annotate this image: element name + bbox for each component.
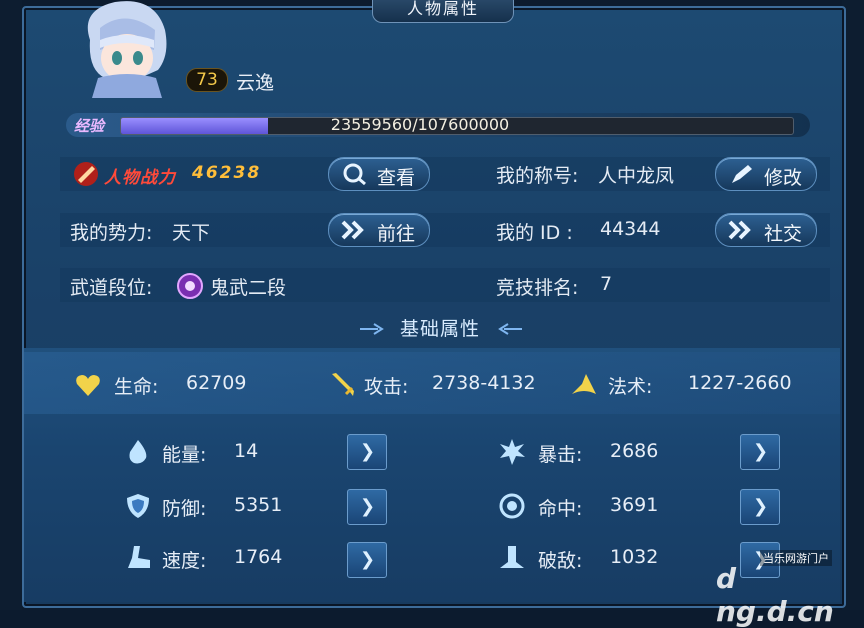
target-icon bbox=[499, 493, 525, 519]
combat-power-label: 人物战力 bbox=[104, 168, 176, 188]
energy-value: 14 bbox=[234, 440, 259, 462]
view-button[interactable]: 查看 bbox=[328, 157, 430, 191]
modify-button-label: 修改 bbox=[764, 167, 803, 189]
left-backdrop bbox=[0, 0, 22, 610]
magnifier-icon bbox=[343, 163, 366, 185]
character-avatar bbox=[87, 1, 167, 98]
ornament-right-icon bbox=[498, 323, 522, 335]
double-chevron-icon bbox=[728, 220, 751, 240]
crit-detail-button[interactable]: ❯ bbox=[740, 434, 780, 470]
combat-power-icon bbox=[74, 162, 98, 186]
combat-power: 人物战力 46238 bbox=[72, 160, 272, 188]
hit-detail-button[interactable]: ❯ bbox=[740, 489, 780, 525]
chevron-right-icon: ❯ bbox=[360, 549, 376, 570]
rank-label: 武道段位: bbox=[70, 277, 153, 299]
faction-label: 我的势力: bbox=[70, 222, 153, 244]
speed-detail-button[interactable]: ❯ bbox=[347, 542, 387, 578]
id-value: 44344 bbox=[600, 218, 661, 240]
level-badge: 73 bbox=[186, 68, 228, 92]
rank-value: 鬼武二段 bbox=[210, 277, 287, 299]
sword-icon bbox=[332, 373, 354, 396]
pen-icon bbox=[732, 165, 752, 183]
hit-label: 命中: bbox=[538, 498, 583, 520]
section-title: 基础属性 bbox=[399, 318, 480, 340]
faction-value: 天下 bbox=[172, 222, 211, 244]
heart-icon bbox=[76, 375, 100, 396]
energy-drop-icon bbox=[129, 440, 147, 464]
chevron-right-icon: ❯ bbox=[360, 441, 376, 462]
defense-detail-button[interactable]: ❯ bbox=[347, 489, 387, 525]
attack-label: 攻击: bbox=[364, 376, 409, 398]
chevron-right-icon: ❯ bbox=[360, 496, 376, 517]
hit-value: 3691 bbox=[610, 494, 659, 516]
exp-label: 经验 bbox=[74, 117, 105, 135]
arena-value: 7 bbox=[600, 273, 613, 295]
attack-value: 2738-4132 bbox=[432, 372, 536, 394]
ornament-left-icon bbox=[360, 323, 384, 335]
speed-label: 速度: bbox=[162, 550, 207, 572]
exp-value: 23559560/107600000 bbox=[330, 115, 510, 134]
crit-value: 2686 bbox=[610, 440, 659, 462]
magic-label: 法术: bbox=[608, 376, 653, 398]
id-label: 我的 ID : bbox=[496, 222, 573, 244]
window-title: 人物属性 bbox=[372, 0, 514, 23]
social-button-label: 社交 bbox=[764, 223, 803, 245]
break-value: 1032 bbox=[610, 546, 659, 568]
hp-value: 62709 bbox=[186, 372, 247, 394]
crit-burst-icon bbox=[500, 439, 525, 465]
energy-detail-button[interactable]: ❯ bbox=[347, 434, 387, 470]
magic-value: 1227-2660 bbox=[688, 372, 792, 394]
arena-label: 竞技排名: bbox=[496, 277, 579, 299]
site-watermark: 当乐网游门户 d ng.d.cn bbox=[712, 548, 842, 628]
energy-label: 能量: bbox=[162, 444, 207, 466]
defense-value: 5351 bbox=[234, 494, 283, 516]
chevron-right-icon: ❯ bbox=[753, 496, 769, 517]
title-value: 人中龙凤 bbox=[598, 165, 675, 187]
social-button[interactable]: 社交 bbox=[715, 213, 817, 247]
goto-button[interactable]: 前往 bbox=[328, 213, 430, 247]
crit-label: 暴击: bbox=[538, 444, 583, 466]
defense-label: 防御: bbox=[162, 498, 207, 520]
break-label: 破敌: bbox=[538, 550, 583, 572]
section-heading: 基础属性 bbox=[320, 314, 560, 344]
ghost-rank-icon bbox=[177, 273, 203, 299]
character-name: 云逸 bbox=[236, 72, 275, 94]
chevron-right-icon: ❯ bbox=[753, 441, 769, 462]
hp-label: 生命: bbox=[114, 376, 159, 398]
speed-boot-icon bbox=[128, 546, 150, 568]
watermark-logo: d ng.d.cn bbox=[716, 562, 834, 628]
combat-power-value: 46238 bbox=[192, 163, 262, 183]
wizard-hat-icon bbox=[572, 374, 596, 394]
view-button-label: 查看 bbox=[377, 167, 416, 189]
title-label: 我的称号: bbox=[496, 165, 579, 187]
modify-button[interactable]: 修改 bbox=[715, 157, 817, 191]
goto-button-label: 前往 bbox=[377, 223, 416, 245]
shield-icon bbox=[127, 494, 149, 518]
break-icon bbox=[500, 546, 524, 568]
speed-value: 1764 bbox=[234, 546, 283, 568]
double-chevron-icon bbox=[341, 220, 364, 240]
